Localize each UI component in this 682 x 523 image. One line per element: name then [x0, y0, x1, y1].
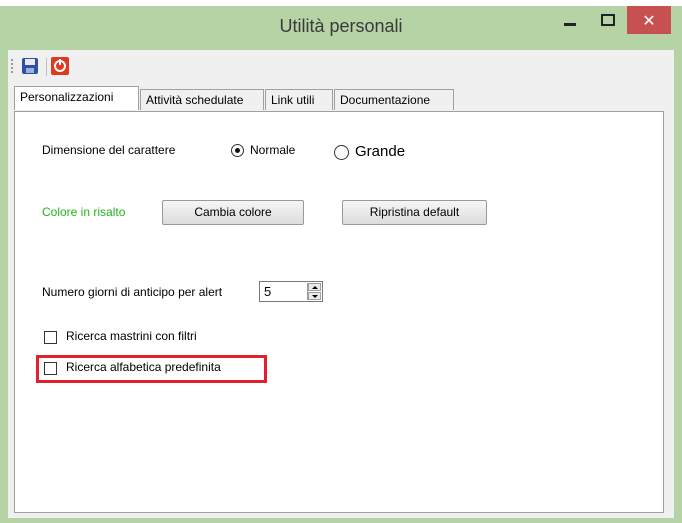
tab-link-utili[interactable]: Link utili [265, 89, 333, 110]
toolbar-separator [46, 58, 47, 76]
alphabetical-search-checkbox[interactable] [44, 362, 57, 375]
accent-color-label: Colore in risalto [42, 205, 126, 219]
toolbar-grip-icon[interactable] [11, 59, 13, 75]
font-normal-label[interactable]: Normale [250, 143, 295, 157]
close-button[interactable]: ✕ [627, 6, 671, 34]
alert-days-label: Numero giorni di anticipo per alert [42, 285, 223, 299]
tab-documentazione[interactable]: Documentazione [334, 89, 454, 110]
spin-up-icon[interactable] [308, 283, 321, 291]
tab-panel-personalizzazioni: Dimensione del carattere Normale Grande … [14, 111, 664, 513]
close-icon: ✕ [642, 10, 656, 30]
font-size-label: Dimensione del carattere [42, 143, 176, 157]
maximize-icon [601, 14, 615, 26]
client-area: Personalizzazioni Attività schedulate Li… [8, 50, 674, 518]
tab-attivita-schedulate[interactable]: Attività schedulate [140, 89, 264, 110]
power-icon[interactable] [51, 57, 69, 75]
alphabetical-search-label[interactable]: Ricerca alfabetica predefinita [66, 360, 221, 374]
change-color-button[interactable]: Cambia colore [162, 200, 304, 225]
font-large-label[interactable]: Grande [355, 143, 405, 160]
spin-down-icon[interactable] [308, 292, 321, 300]
font-large-radio[interactable] [334, 145, 349, 160]
maximize-button[interactable] [590, 6, 626, 34]
font-normal-radio[interactable] [231, 144, 244, 157]
minimize-button[interactable] [550, 6, 590, 34]
alert-days-value[interactable]: 5 [264, 284, 271, 299]
alert-days-stepper[interactable]: 5 [259, 281, 323, 302]
reset-default-button[interactable]: Ripristina default [342, 200, 487, 225]
title-bar[interactable]: Utilità personali ✕ [0, 6, 682, 50]
toolbar [8, 50, 674, 84]
filtered-ledger-search-checkbox[interactable] [44, 331, 57, 344]
app-window: Utilità personali ✕ Personalizzazioni At… [0, 6, 682, 523]
spin-buttons[interactable] [307, 283, 321, 300]
minimize-icon [564, 22, 576, 26]
filtered-ledger-search-label[interactable]: Ricerca mastrini con filtri [66, 329, 197, 343]
save-icon[interactable] [22, 58, 38, 74]
tab-personalizzazioni[interactable]: Personalizzazioni [14, 86, 139, 110]
